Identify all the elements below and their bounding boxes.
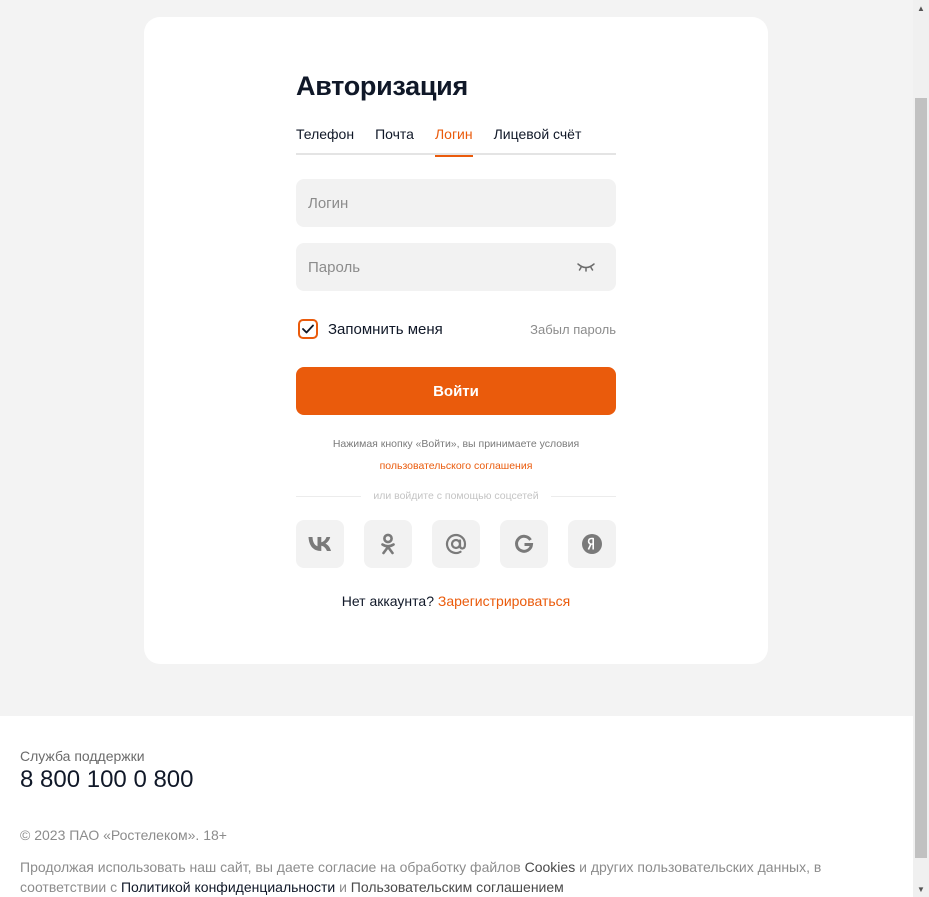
password-field xyxy=(296,243,616,291)
login-field xyxy=(296,179,616,227)
auth-card: Авторизация Телефон Почта Логин Лицевой … xyxy=(144,17,768,664)
password-input[interactable] xyxy=(296,243,616,291)
mail-button[interactable] xyxy=(432,520,480,568)
page-title: Авторизация xyxy=(296,71,468,101)
privacy-policy-link[interactable]: Политикой конфиденциальности xyxy=(121,879,335,895)
yandex-button[interactable] xyxy=(568,520,616,568)
footer: Служба поддержки 8 800 100 0 800 © 2023 … xyxy=(0,716,913,897)
register-link[interactable]: Зарегистрироваться xyxy=(438,593,570,609)
tab-account[interactable]: Лицевой счёт xyxy=(494,123,582,155)
ok-icon xyxy=(381,533,395,555)
social-buttons xyxy=(296,520,616,568)
consent-and: и xyxy=(339,879,347,895)
terms-link[interactable]: пользовательского соглашения xyxy=(380,460,533,472)
remember-label: Запомнить меня xyxy=(328,320,443,338)
copyright: © 2023 ПАО «Ростелеком». 18+ xyxy=(20,827,227,843)
mail-icon xyxy=(445,533,467,555)
user-agreement-link[interactable]: Пользовательским соглашением xyxy=(351,879,564,895)
social-divider-text: или войдите с помощью соцсетей xyxy=(373,490,539,502)
divider-line-left xyxy=(296,495,362,497)
vk-button[interactable] xyxy=(296,520,344,568)
tab-email[interactable]: Почта xyxy=(375,123,414,155)
scroll-down-icon[interactable]: ▼ xyxy=(913,881,929,897)
login-button[interactable]: Войти xyxy=(296,367,616,415)
terms-line: Нажимая кнопку «Войти», вы принимаете ус… xyxy=(332,438,580,450)
remember-checkbox[interactable]: Запомнить меня xyxy=(296,319,443,339)
google-button[interactable] xyxy=(500,520,548,568)
vk-icon xyxy=(308,537,331,551)
ok-button[interactable] xyxy=(364,520,412,568)
yandex-icon xyxy=(582,534,602,554)
tab-login[interactable]: Логин xyxy=(434,123,473,157)
page: Авторизация Телефон Почта Логин Лицевой … xyxy=(0,0,913,897)
scrollbar-thumb[interactable] xyxy=(915,98,927,858)
no-account-text: Нет аккаунта? xyxy=(341,593,434,609)
forgot-password-link[interactable]: Забыл пароль xyxy=(530,322,616,337)
consent-text: Продолжая использовать наш сайт, вы дает… xyxy=(20,857,860,897)
support-label: Служба поддержки xyxy=(20,748,145,764)
tab-phone[interactable]: Телефон xyxy=(296,123,354,155)
auth-tabs: Телефон Почта Логин Лицевой счёт xyxy=(296,123,616,157)
scroll-up-icon[interactable]: ▲ xyxy=(913,0,929,16)
page-scrollbar[interactable]: ▲ ▼ xyxy=(913,0,929,897)
google-icon xyxy=(515,534,534,553)
social-divider: или войдите с помощью соцсетей xyxy=(296,489,616,503)
register-row: Нет аккаунта? Зарегистрироваться xyxy=(296,593,616,609)
terms-text: Нажимая кнопку «Войти», вы принимаете ус… xyxy=(296,433,616,477)
remember-row: Запомнить меня Забыл пароль xyxy=(296,317,616,341)
check-icon xyxy=(302,324,314,334)
cookies-link[interactable]: Cookies xyxy=(525,859,576,875)
consent-part1: Продолжая использовать наш сайт, вы дает… xyxy=(20,859,521,875)
divider-line-right xyxy=(550,495,616,497)
login-input[interactable] xyxy=(296,179,616,227)
eye-closed-icon[interactable] xyxy=(576,259,596,275)
support-phone[interactable]: 8 800 100 0 800 xyxy=(20,766,194,794)
checkbox-box[interactable] xyxy=(298,319,318,339)
